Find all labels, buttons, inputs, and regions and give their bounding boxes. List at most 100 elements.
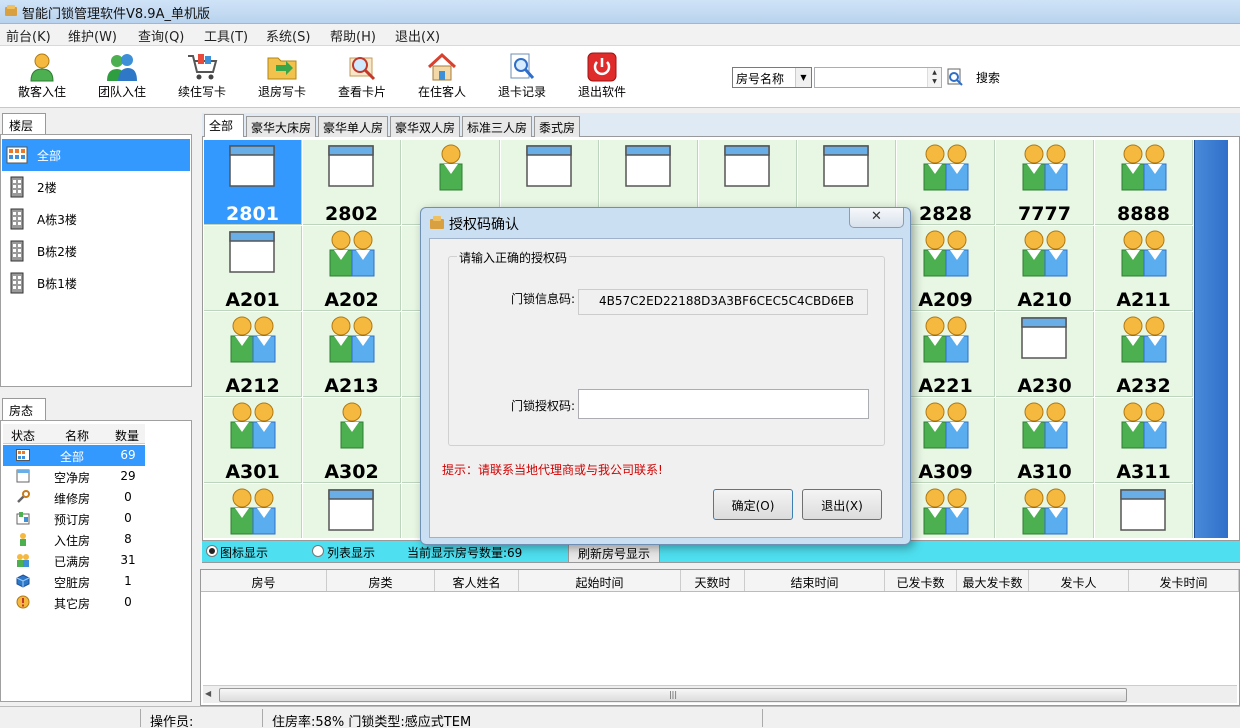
room-cell[interactable]: A211 [1095, 226, 1193, 311]
room-cell[interactable]: A230 [996, 312, 1094, 397]
room-cell[interactable]: A209 [897, 226, 995, 311]
status-row[interactable]: 已满房 31 [3, 550, 145, 571]
room-cell[interactable]: 7777 [996, 140, 1094, 225]
tab-room-type[interactable]: 豪华单人房 [318, 116, 388, 137]
search-field-value: 房号名称 [736, 72, 785, 86]
status-row[interactable]: 其它房 0 [3, 592, 145, 613]
menu-system[interactable]: 系统(S) [264, 26, 312, 45]
room-cell[interactable]: A213 [303, 312, 401, 397]
lock-auth-code-input[interactable] [578, 389, 869, 419]
scroll-left-icon[interactable]: ◀ [205, 689, 211, 698]
room-cell[interactable]: A232 [1095, 312, 1193, 397]
room-cell[interactable] [996, 484, 1094, 538]
floor-item-all[interactable]: 全部 [2, 139, 190, 171]
toolbar-label: 退房写卡 [257, 85, 306, 99]
menu-query[interactable]: 查询(Q) [136, 26, 186, 45]
exit-button[interactable]: 退出(X) [802, 489, 882, 520]
room-cell[interactable] [897, 484, 995, 538]
room-cell[interactable]: A310 [996, 398, 1094, 483]
tab-room-type[interactable]: 豪华双人房 [390, 116, 460, 137]
tab-room-type[interactable]: 黍式房 [534, 116, 580, 137]
search-button[interactable]: 搜索 [968, 66, 1014, 88]
room-cell[interactable]: A202 [303, 226, 401, 311]
toolbar-label: 在住客人 [417, 85, 466, 99]
room-cell[interactable] [204, 484, 302, 538]
view-card-button[interactable]: 查看卡片 [324, 48, 400, 104]
card-return-log-button[interactable]: 退卡记录 [484, 48, 560, 104]
column-header[interactable]: 结束时间 [745, 570, 885, 591]
tab-floor[interactable]: 楼层 [2, 113, 46, 135]
grid-scrollbar[interactable] [1194, 140, 1228, 538]
room-cell[interactable]: A301 [204, 398, 302, 483]
checkout-card-button[interactable]: 退房写卡 [244, 48, 320, 104]
empty-room-icon [16, 469, 30, 483]
exit-software-button[interactable]: 退出软件 [564, 48, 640, 104]
tab-room-status[interactable]: 房态 [2, 398, 46, 420]
tab-room-type[interactable]: 标准三人房 [462, 116, 532, 137]
team-checkin-button[interactable]: 团队入住 [84, 48, 160, 104]
floor-item-2[interactable]: 2楼 [2, 171, 190, 203]
list-view-label[interactable]: 列表显示 [327, 544, 375, 561]
floor-item-label: 全部 [37, 149, 62, 163]
search-input[interactable]: ▲ ▼ [814, 67, 942, 88]
in-house-guests-button[interactable]: 在住客人 [404, 48, 480, 104]
column-header[interactable]: 客人姓名 [435, 570, 519, 591]
tab-room-type[interactable]: 豪华大床房 [246, 116, 316, 137]
column-header[interactable]: 发卡人 [1029, 570, 1129, 591]
renew-card-button[interactable]: 续住写卡 [164, 48, 240, 104]
menu-exit[interactable]: 退出(X) [393, 26, 442, 45]
menu-front[interactable]: 前台(K) [4, 26, 53, 45]
column-header[interactable]: 天数时 [681, 570, 745, 591]
icon-view-radio[interactable] [206, 545, 218, 557]
column-header[interactable]: 起始时间 [519, 570, 681, 591]
toolbar: 散客入住 团队入住 续住写卡 退房写卡 查看卡片 在住客人 退卡记录 退出软件 [0, 46, 1240, 108]
column-header[interactable]: 已发卡数 [885, 570, 957, 591]
room-cell[interactable]: A210 [996, 226, 1094, 311]
menu-tools[interactable]: 工具(T) [202, 26, 250, 45]
room-cell[interactable]: 2828 [897, 140, 995, 225]
room-cell[interactable]: 8888 [1095, 140, 1193, 225]
ok-button[interactable]: 确定(O) [713, 489, 793, 520]
floor-item-label: B栋1楼 [37, 277, 77, 291]
horizontal-scrollbar[interactable]: ◀ ||| [203, 685, 1237, 703]
spin-arrows-icon[interactable]: ▲ ▼ [927, 68, 941, 87]
scroll-thumb[interactable]: ||| [219, 688, 1127, 702]
close-icon[interactable]: ✕ [849, 208, 904, 228]
room-cell[interactable]: 2802 [303, 140, 401, 225]
floor-item-a3[interactable]: A栋3楼 [2, 203, 190, 235]
search-icon[interactable] [946, 68, 964, 86]
menu-help[interactable]: 帮助(H) [328, 26, 378, 45]
floor-item-b2[interactable]: B栋2楼 [2, 235, 190, 267]
room-cell[interactable]: A302 [303, 398, 401, 483]
single-checkin-button[interactable]: 散客入住 [4, 48, 80, 104]
chevron-down-icon[interactable]: ▼ [795, 68, 811, 87]
list-view-radio[interactable] [312, 545, 324, 557]
tab-room-type[interactable]: 全部 [204, 114, 244, 137]
room-cell[interactable]: 2801 [204, 140, 302, 225]
status-row[interactable]: 空净房 29 [3, 466, 145, 487]
status-name: 全部 [59, 450, 84, 464]
icon-view-label[interactable]: 图标显示 [220, 544, 268, 561]
column-header[interactable]: 发卡时间 [1129, 570, 1239, 591]
double-occupied-icon [329, 316, 375, 363]
double-occupied-icon [329, 230, 375, 277]
status-name: 入住房 [53, 534, 90, 548]
column-header[interactable]: 房号 [201, 570, 327, 591]
status-row[interactable]: 全部 69 [3, 445, 145, 466]
status-row[interactable]: 预订房 0 [3, 508, 145, 529]
room-cell[interactable]: A311 [1095, 398, 1193, 483]
status-row[interactable]: 空脏房 1 [3, 571, 145, 592]
room-cell[interactable] [303, 484, 401, 538]
status-row[interactable]: 入住房 8 [3, 529, 145, 550]
room-cell[interactable]: A212 [204, 312, 302, 397]
room-cell[interactable]: A201 [204, 226, 302, 311]
status-row[interactable]: 维修房 0 [3, 487, 145, 508]
room-cell[interactable]: A221 [897, 312, 995, 397]
room-cell[interactable]: A309 [897, 398, 995, 483]
floor-item-b1[interactable]: B栋1楼 [2, 267, 190, 299]
search-field-select[interactable]: 房号名称 ▼ [732, 67, 812, 88]
menu-maintain[interactable]: 维护(W) [66, 26, 119, 45]
column-header[interactable]: 最大发卡数 [957, 570, 1029, 591]
room-cell[interactable] [1095, 484, 1193, 538]
column-header[interactable]: 房类 [327, 570, 435, 591]
